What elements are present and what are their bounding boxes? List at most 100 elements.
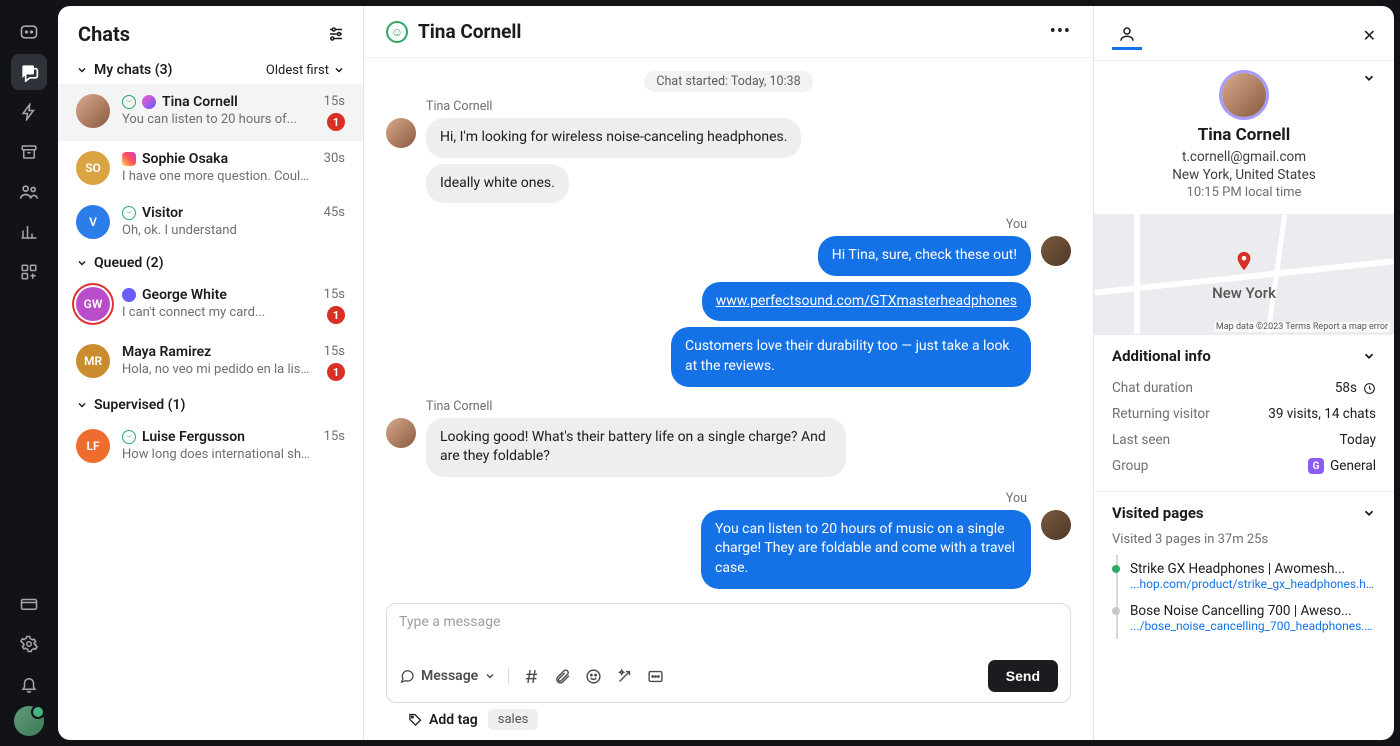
chat-name: Tina Cornell	[162, 94, 238, 110]
chat-item[interactable]: Tina Cornell You can listen to 20 hours …	[58, 84, 363, 141]
chat-preview: I can't connect my card...	[122, 305, 312, 320]
avatar: LF	[76, 429, 110, 463]
unread-badge: 1	[327, 306, 345, 324]
details-column: ✕ Tina Cornell t.cornell@gmail.com New Y…	[1094, 6, 1394, 740]
nav-billing-icon[interactable]	[11, 586, 47, 622]
chat-preview: Hola, no veo mi pedido en la lista...	[122, 362, 312, 377]
chat-time: 15s	[324, 429, 345, 444]
message-bubble[interactable]: www.perfectsound.com/GTXmasterheadphones	[702, 282, 1031, 322]
message-input[interactable]	[399, 614, 1058, 652]
chat-item[interactable]: MR Maya Ramirez Hola, no veo mi pedido e…	[58, 334, 363, 391]
messenger-icon	[122, 288, 136, 302]
chevron-down-icon[interactable]	[1362, 71, 1376, 85]
message-bubble: Looking good! What's their battery life …	[426, 418, 846, 477]
avatar: V	[76, 205, 110, 239]
message-link[interactable]: www.perfectsound.com/GTXmasterheadphones	[716, 293, 1017, 309]
chat-item[interactable]: GW George White I can't connect my card.…	[58, 277, 363, 334]
message-bubble: Customers love their durability too — ju…	[671, 327, 1031, 386]
nav-automation-icon[interactable]	[11, 94, 47, 130]
profile-name: Tina Cornell	[1198, 125, 1291, 145]
map-attribution: Map data ©2023 Terms Report a map error	[1214, 322, 1390, 332]
unread-badge: 1	[327, 363, 345, 381]
chat-name: Visitor	[142, 205, 183, 221]
chat-time: 30s	[324, 151, 345, 166]
thread-column: ☺ Tina Cornell ••• Chat started: Today, …	[364, 6, 1094, 740]
nav-chats-icon[interactable]	[11, 54, 47, 90]
group-label: Supervised (1)	[94, 397, 185, 413]
nav-settings-icon[interactable]	[11, 626, 47, 662]
chat-name: George White	[142, 287, 227, 303]
attachment-icon[interactable]	[554, 668, 571, 685]
nav-apps-icon[interactable]	[11, 254, 47, 290]
nav-profile-avatar[interactable]	[14, 706, 44, 736]
customer-avatar	[386, 418, 416, 448]
message-type-dropdown[interactable]: Message	[399, 668, 509, 684]
visited-summary: Visited 3 pages in 37m 25s	[1112, 532, 1376, 547]
message-bubble: You can listen to 20 hours of music on a…	[701, 510, 1031, 589]
chat-item[interactable]: SO Sophie Osaka I have one more question…	[58, 141, 363, 195]
profile-section: Tina Cornell t.cornell@gmail.com New Yor…	[1094, 61, 1394, 214]
nav-archive-icon[interactable]	[11, 134, 47, 170]
nav-notifications-icon[interactable]	[11, 666, 47, 702]
group-queued[interactable]: Queued (2)	[76, 255, 163, 271]
chevron-down-icon	[1362, 506, 1376, 520]
add-tag-button[interactable]: Add tag	[408, 712, 478, 728]
sort-label: Oldest first	[266, 63, 329, 78]
chevron-down-icon	[76, 257, 88, 269]
group-supervised[interactable]: Supervised (1)	[76, 397, 185, 413]
additional-info-header[interactable]: Additional info	[1112, 347, 1376, 365]
send-button[interactable]: Send	[988, 660, 1058, 692]
visited-page-item[interactable]: Strike GX Headphones | Awomesh... ...hop…	[1116, 555, 1376, 597]
emoji-icon[interactable]	[585, 668, 602, 685]
agent-avatar	[1041, 510, 1071, 540]
group-label: Queued (2)	[94, 255, 163, 271]
chat-bubble-icon	[399, 668, 415, 684]
map-pin-icon	[1233, 250, 1255, 272]
chevron-down-icon	[76, 399, 88, 411]
chat-item[interactable]: LF Luise Fergusson How long does interna…	[58, 419, 363, 473]
group-my-chats[interactable]: My chats (3)	[76, 62, 172, 78]
smile-icon	[122, 206, 136, 220]
customer-avatar	[386, 118, 416, 148]
clock-icon	[1363, 382, 1376, 395]
chevron-down-icon	[333, 64, 345, 76]
group-label: My chats (3)	[94, 62, 172, 78]
nav-home-icon[interactable]	[11, 14, 47, 50]
nav-people-icon[interactable]	[11, 174, 47, 210]
info-row: GroupGGeneral	[1112, 453, 1376, 479]
ai-enhance-icon[interactable]	[616, 668, 633, 685]
sort-dropdown[interactable]: Oldest first	[266, 63, 345, 78]
close-icon[interactable]: ✕	[1363, 26, 1376, 45]
chat-item[interactable]: V Visitor Oh, ok. I understand 45s	[58, 195, 363, 249]
message-type-label: Message	[421, 668, 478, 684]
profile-tab-icon[interactable]	[1112, 20, 1142, 50]
hashtag-icon[interactable]	[523, 668, 540, 685]
chats-column: Chats My chats (3) Oldest first	[58, 6, 364, 740]
profile-email: t.cornell@gmail.com	[1182, 149, 1306, 165]
message-composer: Message Send	[386, 603, 1071, 703]
visited-page-url: ...hop.com/product/strike_gx_headphones.…	[1130, 577, 1376, 591]
chat-name: Sophie Osaka	[142, 151, 228, 167]
more-icon[interactable]: •••	[1050, 21, 1071, 42]
instagram-icon	[122, 152, 136, 166]
sender-label: You	[1006, 217, 1027, 232]
avatar: SO	[76, 151, 110, 185]
chat-name: Luise Fergusson	[142, 429, 245, 445]
chevron-down-icon	[484, 670, 496, 682]
nav-rail	[0, 0, 58, 746]
message-bubble: Hi Tina, sure, check these out!	[818, 236, 1031, 276]
chat-preview: You can listen to 20 hours of...	[122, 112, 312, 127]
avatar: GW	[76, 287, 110, 321]
visited-pages-header[interactable]: Visited pages	[1112, 504, 1376, 522]
avatar	[76, 94, 110, 128]
canned-response-icon[interactable]	[647, 668, 664, 685]
sender-label: You	[1006, 491, 1027, 506]
profile-location: New York, United States	[1172, 167, 1315, 183]
filter-icon[interactable]	[327, 25, 345, 43]
location-map[interactable]: New York Map data ©2023 Terms Report a m…	[1094, 214, 1394, 334]
chat-time: 15s	[324, 94, 345, 109]
tag-chip[interactable]: sales	[488, 709, 539, 730]
visited-page-item[interactable]: Bose Noise Cancelling 700 | Aweso... ...…	[1116, 597, 1376, 639]
group-badge-icon: G	[1308, 458, 1324, 474]
nav-reports-icon[interactable]	[11, 214, 47, 250]
